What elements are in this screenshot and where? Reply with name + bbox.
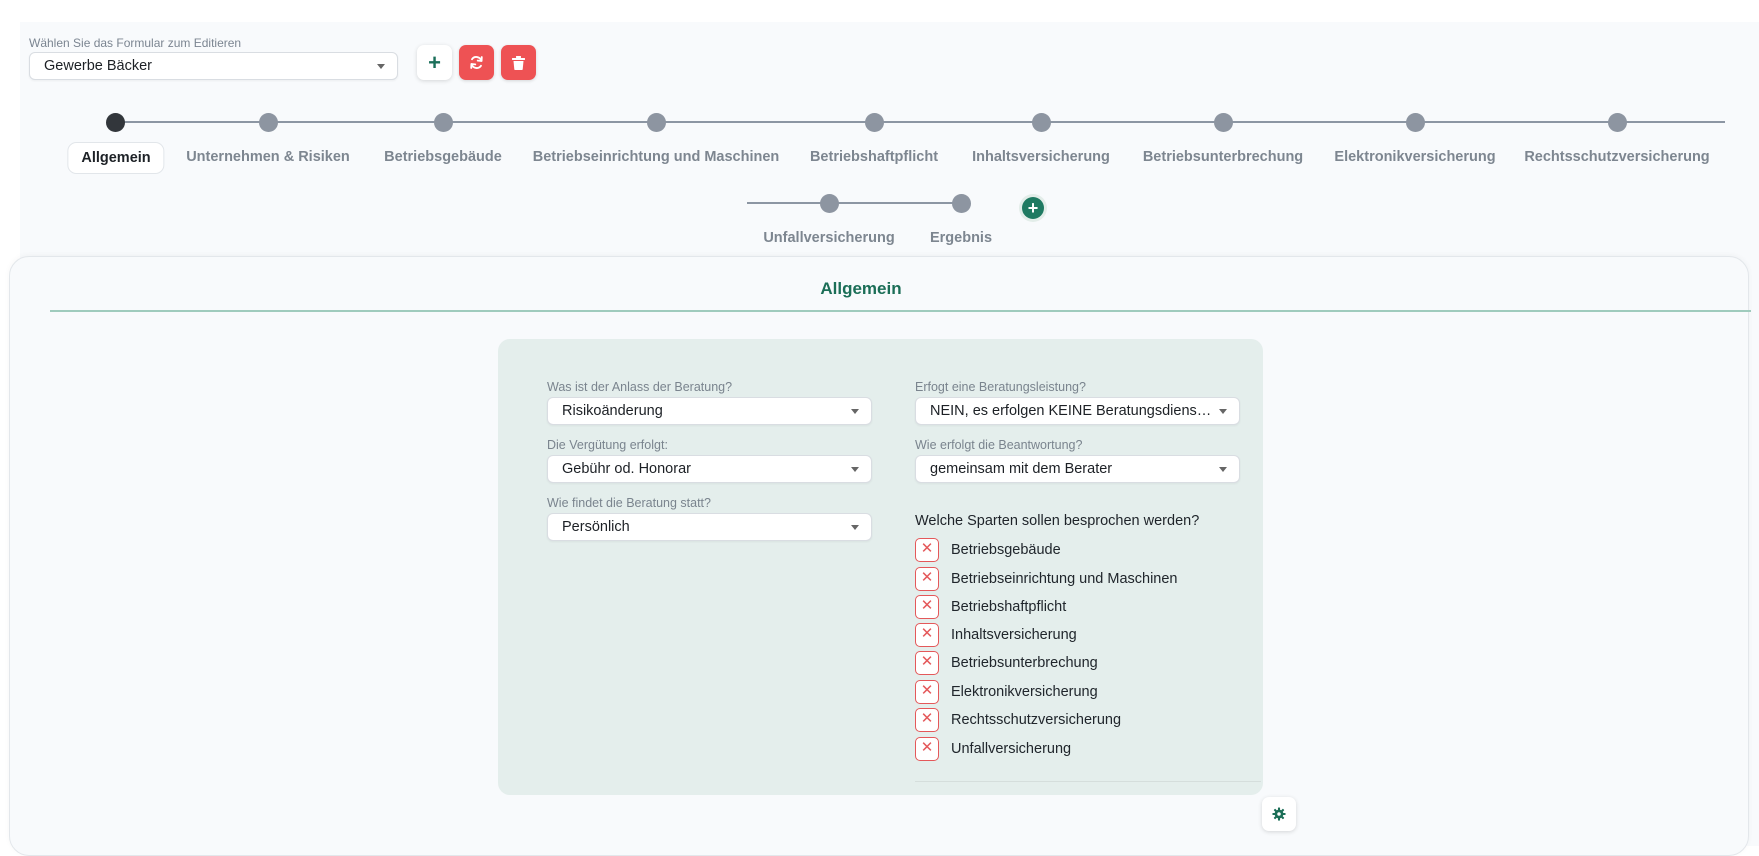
tab-allgemein[interactable]: Allgemein [67, 142, 165, 174]
trash-icon [512, 55, 525, 70]
plus-icon: + [1027, 198, 1039, 218]
beantwortung-value: gemeinsam mit dem Berater [930, 461, 1113, 477]
tab-betriebsgebaeude[interactable]: Betriebsgebäude [384, 149, 502, 165]
ort-value: Persönlich [562, 519, 630, 535]
step-node-betriebsgebaeude[interactable] [434, 113, 453, 132]
form-select[interactable]: Gewerbe Bäcker [29, 52, 398, 80]
x-icon[interactable]: ✕ [915, 680, 939, 704]
caret-down-icon [1219, 467, 1227, 472]
leistung-value: NEIN, es erfolgen KEINE Beratungsdienstl… [930, 403, 1239, 419]
sparte-label: Inhaltsversicherung [951, 627, 1077, 643]
caret-down-icon [377, 64, 385, 69]
step-node-betriebshaftpflicht[interactable] [865, 113, 884, 132]
sparte-row[interactable]: ✕ Inhaltsversicherung [915, 623, 1077, 647]
x-icon[interactable]: ✕ [915, 623, 939, 647]
tab-ergebnis[interactable]: Ergebnis [930, 230, 992, 246]
x-icon[interactable]: ✕ [915, 651, 939, 675]
sparte-label: Elektronikversicherung [951, 684, 1098, 700]
add-step-button[interactable]: + [1022, 197, 1044, 219]
sparte-label: Rechtsschutzversicherung [951, 712, 1122, 728]
stepper-line [115, 121, 1725, 123]
anlass-label: Was ist der Anlass der Beratung? [547, 380, 733, 394]
step-node-unternehmen[interactable] [259, 113, 278, 132]
sparte-label: Betriebsgebäude [951, 542, 1061, 558]
caret-down-icon [851, 409, 859, 414]
gear-icon [1272, 807, 1286, 821]
sparte-row[interactable]: ✕ Rechtsschutzversicherung [915, 708, 1121, 732]
panel-divider [915, 781, 1261, 782]
step-node-unfallversicherung[interactable] [820, 194, 839, 213]
caret-down-icon [851, 467, 859, 472]
section-title: Allgemein [820, 279, 902, 298]
leistung-label: Erfogt eine Beratungsleistung? [915, 380, 1086, 394]
step-node-rechtsschutzversicherung[interactable] [1608, 113, 1627, 132]
tab-betriebseinrichtung[interactable]: Betriebseinrichtung und Maschinen [533, 149, 780, 165]
tab-unternehmen-risiken[interactable]: Unternehmen & Risiken [186, 149, 350, 165]
settings-button[interactable] [1262, 797, 1296, 831]
step-node-betriebseinrichtung[interactable] [647, 113, 666, 132]
tab-inhaltsversicherung[interactable]: Inhaltsversicherung [972, 149, 1110, 165]
ort-label: Wie findet die Beratung statt? [547, 496, 711, 510]
x-icon[interactable]: ✕ [915, 737, 939, 761]
x-icon[interactable]: ✕ [915, 708, 939, 732]
tab-betriebshaftpflicht[interactable]: Betriebshaftpflicht [810, 149, 938, 165]
leistung-select[interactable]: NEIN, es erfolgen KEINE Beratungsdienstl… [915, 397, 1240, 425]
sparte-row[interactable]: ✕ Betriebsunterbrechung [915, 651, 1098, 675]
beantwortung-label: Wie erfolgt die Beantwortung? [915, 438, 1083, 452]
refresh-form-button[interactable] [459, 45, 494, 80]
form-picker-label: Wählen Sie das Formular zum Editieren [29, 36, 242, 50]
refresh-icon [470, 56, 483, 69]
form-select-value: Gewerbe Bäcker [44, 58, 152, 74]
tab-betriebsunterbrechung[interactable]: Betriebsunterbrechung [1143, 149, 1303, 165]
sparte-row[interactable]: ✕ Elektronikversicherung [915, 680, 1098, 704]
delete-form-button[interactable] [501, 45, 536, 80]
sparte-label: Betriebseinrichtung und Maschinen [951, 571, 1178, 587]
add-form-button[interactable]: + [417, 45, 452, 80]
sparten-question: Welche Sparten sollen besprochen werden? [915, 513, 1200, 529]
plus-icon: + [428, 49, 441, 75]
step-node-allgemein[interactable] [106, 113, 125, 132]
sparte-label: Betriebsunterbrechung [951, 655, 1098, 671]
verguetung-value: Gebühr od. Honorar [562, 461, 691, 477]
x-icon[interactable]: ✕ [915, 538, 939, 562]
ort-select[interactable]: Persönlich [547, 513, 872, 541]
caret-down-icon [1219, 409, 1227, 414]
sparte-row[interactable]: ✕ Unfallversicherung [915, 737, 1071, 761]
beantwortung-select[interactable]: gemeinsam mit dem Berater [915, 455, 1240, 483]
sparte-row[interactable]: ✕ Betriebshaftpflicht [915, 595, 1066, 619]
sparte-row[interactable]: ✕ Betriebseinrichtung und Maschinen [915, 567, 1178, 591]
tab-rechtsschutzversicherung[interactable]: Rechtsschutzversicherung [1524, 149, 1709, 165]
step-node-ergebnis[interactable] [952, 194, 971, 213]
verguetung-label: Die Vergütung erfolgt: [547, 438, 668, 452]
x-icon[interactable]: ✕ [915, 567, 939, 591]
verguetung-select[interactable]: Gebühr od. Honorar [547, 455, 872, 483]
step-node-inhaltsversicherung[interactable] [1032, 113, 1051, 132]
x-icon[interactable]: ✕ [915, 595, 939, 619]
step-node-elektronikversicherung[interactable] [1406, 113, 1425, 132]
stepper-line-2 [747, 202, 962, 204]
caret-down-icon [851, 525, 859, 530]
section-divider [50, 310, 1751, 312]
sparte-row[interactable]: ✕ Betriebsgebäude [915, 538, 1061, 562]
sparte-label: Unfallversicherung [951, 741, 1072, 757]
tab-elektronikversicherung[interactable]: Elektronikversicherung [1334, 149, 1495, 165]
tab-unfallversicherung[interactable]: Unfallversicherung [763, 230, 894, 246]
sparte-label: Betriebshaftpflicht [951, 599, 1067, 615]
step-node-betriebsunterbrechung[interactable] [1214, 113, 1233, 132]
anlass-value: Risikoänderung [562, 403, 663, 419]
anlass-select[interactable]: Risikoänderung [547, 397, 872, 425]
